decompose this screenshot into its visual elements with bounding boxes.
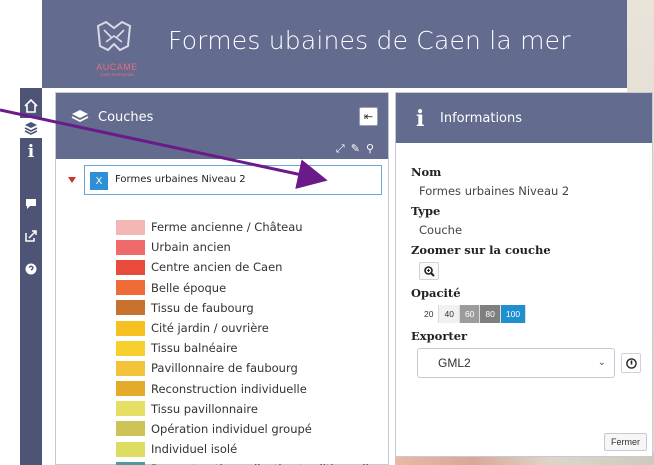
layer-item[interactable]: X Formes urbaines Niveau 2 <box>84 165 382 195</box>
legend-swatch <box>116 300 145 316</box>
expand-toggle-icon[interactable] <box>68 177 76 183</box>
legend-label: Tissu balnéaire <box>151 341 238 356</box>
layers-panel-title: Couches <box>98 110 154 125</box>
comment-icon <box>26 199 36 209</box>
export-button[interactable] <box>621 353 641 373</box>
remove-layer-button[interactable]: X <box>90 172 108 190</box>
legend-label: Tissu pavillonnaire <box>151 401 258 416</box>
export-format-select[interactable]: GML2 ⌄ <box>417 348 615 378</box>
layers-icon <box>24 122 38 135</box>
help-icon <box>25 263 37 275</box>
legend-item: Tissu pavillonnaire <box>116 399 388 419</box>
logo-subtitle: Caen Normandie <box>99 72 135 77</box>
layers-subtoolbar: ⤢ ✎ ⚲ <box>56 141 388 159</box>
legend-item: Opération individuel groupé <box>116 419 388 439</box>
legend-item: Reconstruction individuelle <box>116 379 388 399</box>
info-panel: i Informations Nom Formes urbaines Nivea… <box>395 92 653 457</box>
logo-text: AUCAME <box>96 62 138 72</box>
legend-swatch <box>116 401 145 417</box>
legend-item: Individuel isolé <box>116 439 388 459</box>
legend-item: Pavillonnaire de faubourg <box>116 358 388 378</box>
legend-label: Urbain ancien <box>151 240 231 255</box>
layer-name: Formes urbaines Niveau 2 <box>115 174 246 185</box>
type-value: Couche <box>419 223 463 237</box>
opacity-option-100[interactable]: 100 <box>500 305 527 323</box>
layers-icon <box>71 110 89 123</box>
legend-item: Cité jardin / ouvrière <box>116 318 388 338</box>
info-panel-title: Informations <box>440 111 523 126</box>
legend-label: Reconstruction individuelle <box>151 381 307 396</box>
legend-swatch <box>116 219 145 235</box>
collapse-icon: ⇤ <box>363 110 374 123</box>
info-icon: i <box>416 106 425 132</box>
type-label: Type <box>411 204 441 218</box>
opacity-label: Opacité <box>411 286 461 300</box>
info-button[interactable]: i <box>20 140 42 164</box>
legend-label: Ferme ancienne / Château <box>151 220 303 235</box>
layer-legend: Ferme ancienne / Château Urbain ancien Cen… <box>116 217 388 465</box>
layer-tools: ⤢ ✎ ⚲ <box>336 142 374 156</box>
legend-swatch <box>116 280 145 296</box>
opacity-option-20[interactable]: 20 <box>419 305 440 323</box>
legend-swatch <box>116 381 145 397</box>
name-label: Nom <box>411 165 442 179</box>
comment-button[interactable] <box>20 194 42 214</box>
legend-item: Reconstruction collective traditionnelle <box>116 459 388 465</box>
legend-label: Cité jardin / ouvrière <box>151 321 269 336</box>
zoom-icon[interactable]: ⚲ <box>366 142 374 156</box>
legend-label: Individuel isolé <box>151 442 238 457</box>
opacity-option-80[interactable]: 80 <box>480 305 501 323</box>
layers-panel: Couches ⇤ ⤢ ✎ ⚲ X Formes urbaines Niveau… <box>55 92 389 465</box>
legend-swatch <box>116 239 145 255</box>
info-panel-header: i Informations <box>396 93 652 143</box>
info-icon: i <box>27 142 35 162</box>
opacity-selector: 20 40 60 80 100 <box>419 305 643 323</box>
legend-swatch <box>116 259 145 275</box>
export-row: GML2 ⌄ <box>417 348 643 378</box>
collapse-panel-button[interactable]: ⇤ <box>359 107 378 126</box>
download-icon <box>625 357 637 369</box>
legend-item: Tissu de faubourg <box>116 298 388 318</box>
legend-swatch <box>116 360 145 376</box>
zoom-to-layer-button[interactable] <box>419 262 439 280</box>
legend-item: Tissu balnéaire <box>116 338 388 358</box>
layers-button[interactable] <box>20 118 42 138</box>
legend-item: Belle époque <box>116 278 388 298</box>
legend-label: Centre ancien de Caen <box>151 260 283 275</box>
legend-item: Urbain ancien <box>116 237 388 257</box>
legend-swatch <box>116 441 145 457</box>
logo-emblem <box>96 20 132 52</box>
app-header: AUCAME Caen Normandie Formes ubaines de … <box>42 0 627 88</box>
aucame-logo: AUCAME Caen Normandie <box>84 18 150 80</box>
legend-swatch <box>116 340 145 356</box>
share-icon <box>25 230 37 242</box>
legend-swatch <box>116 320 145 336</box>
home-icon <box>24 99 38 113</box>
export-label: Exporter <box>411 329 468 343</box>
close-button[interactable]: Fermer <box>604 433 647 451</box>
info-panel-body: Nom Formes urbaines Niveau 2 Type Couche… <box>411 165 643 378</box>
legend-label: Tissu de faubourg <box>151 300 254 315</box>
name-value: Formes urbaines Niveau 2 <box>419 184 570 198</box>
expand-all-icon[interactable]: ⤢ <box>336 142 345 156</box>
legend-label: Pavillonnaire de faubourg <box>151 361 298 376</box>
opacity-option-40[interactable]: 40 <box>439 305 460 323</box>
layers-panel-header: Couches ⇤ <box>56 93 388 141</box>
legend-item: Ferme ancienne / Château <box>116 217 388 237</box>
opacity-option-60[interactable]: 60 <box>459 305 481 323</box>
legend-label: Opération individuel groupé <box>151 421 312 436</box>
edit-icon[interactable]: ✎ <box>351 142 360 156</box>
legend-swatch <box>116 421 145 437</box>
share-button[interactable] <box>20 226 42 246</box>
legend-label: Belle époque <box>151 280 227 295</box>
zoom-in-icon <box>423 265 435 277</box>
zoom-label: Zoomer sur la couche <box>411 243 551 257</box>
home-button[interactable] <box>20 96 42 116</box>
help-button[interactable] <box>20 259 42 279</box>
chevron-down-icon: ⌄ <box>597 357 606 368</box>
export-format-value: GML2 <box>438 356 471 370</box>
legend-item: Centre ancien de Caen <box>116 257 388 277</box>
app-title: Formes ubaines de Caen la mer <box>168 26 571 55</box>
